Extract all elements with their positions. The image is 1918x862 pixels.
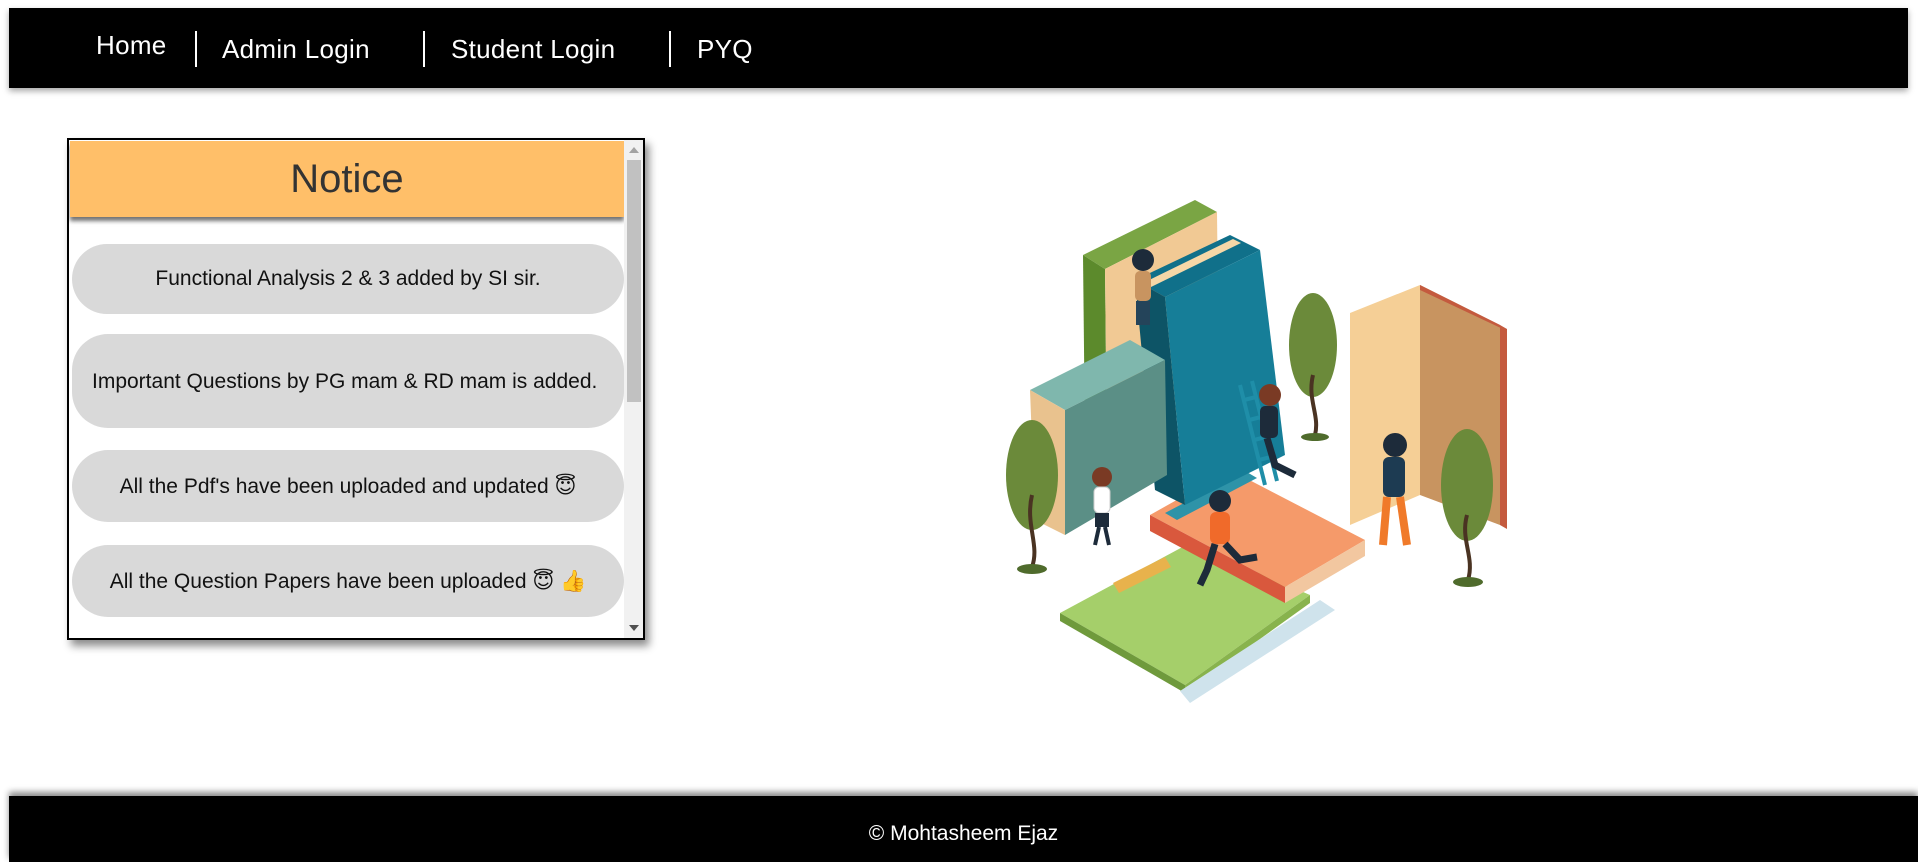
nav-pyq-link[interactable]: PYQ <box>697 34 753 65</box>
navbar: Home Admin Login Student Login PYQ <box>9 8 1908 88</box>
notice-item-text: Functional Analysis 2 & 3 added by SI si… <box>155 267 541 290</box>
nav-admin-login-link[interactable]: Admin Login <box>222 34 370 65</box>
notice-list: Notice Functional Analysis 2 & 3 added b… <box>69 140 624 638</box>
notice-item: Important Questions by PG mam & RD mam i… <box>72 334 624 428</box>
notice-item-text: All the Question Papers have been upload… <box>109 569 587 593</box>
scroll-thumb[interactable] <box>627 160 641 402</box>
nav-divider <box>669 31 671 67</box>
tree-right <box>1441 429 1493 587</box>
notice-item: Functional Analysis 2 & 3 added by SI si… <box>72 244 624 314</box>
notice-item: All the Question Papers have been upload… <box>72 545 624 617</box>
footer: © Mohtasheem Ejaz <box>9 796 1918 862</box>
person-left <box>1092 467 1112 546</box>
scroll-down-arrow-icon[interactable] <box>629 625 639 631</box>
person-right <box>1379 433 1411 546</box>
scroll-up-arrow-icon[interactable] <box>629 147 639 153</box>
notice-title: Notice <box>70 141 624 217</box>
tree-left <box>1006 420 1058 574</box>
nav-divider <box>195 31 197 67</box>
books-students-illustration <box>1006 200 1507 703</box>
tree-middle <box>1289 293 1337 441</box>
nav-home-link[interactable]: Home <box>96 30 167 61</box>
notice-board[interactable]: Notice Functional Analysis 2 & 3 added b… <box>67 138 645 640</box>
nav-divider <box>423 31 425 67</box>
nav-student-login-link[interactable]: Student Login <box>451 34 615 65</box>
notice-item-text: Important Questions by PG mam & RD mam i… <box>92 369 598 393</box>
notice-item-text: All the Pdf's have been uploaded and upd… <box>119 474 577 498</box>
notice-item: All the Pdf's have been uploaded and upd… <box>72 450 624 522</box>
notice-scrollbar[interactable] <box>624 140 643 638</box>
footer-copyright: © Mohtasheem Ejaz <box>868 822 1059 845</box>
